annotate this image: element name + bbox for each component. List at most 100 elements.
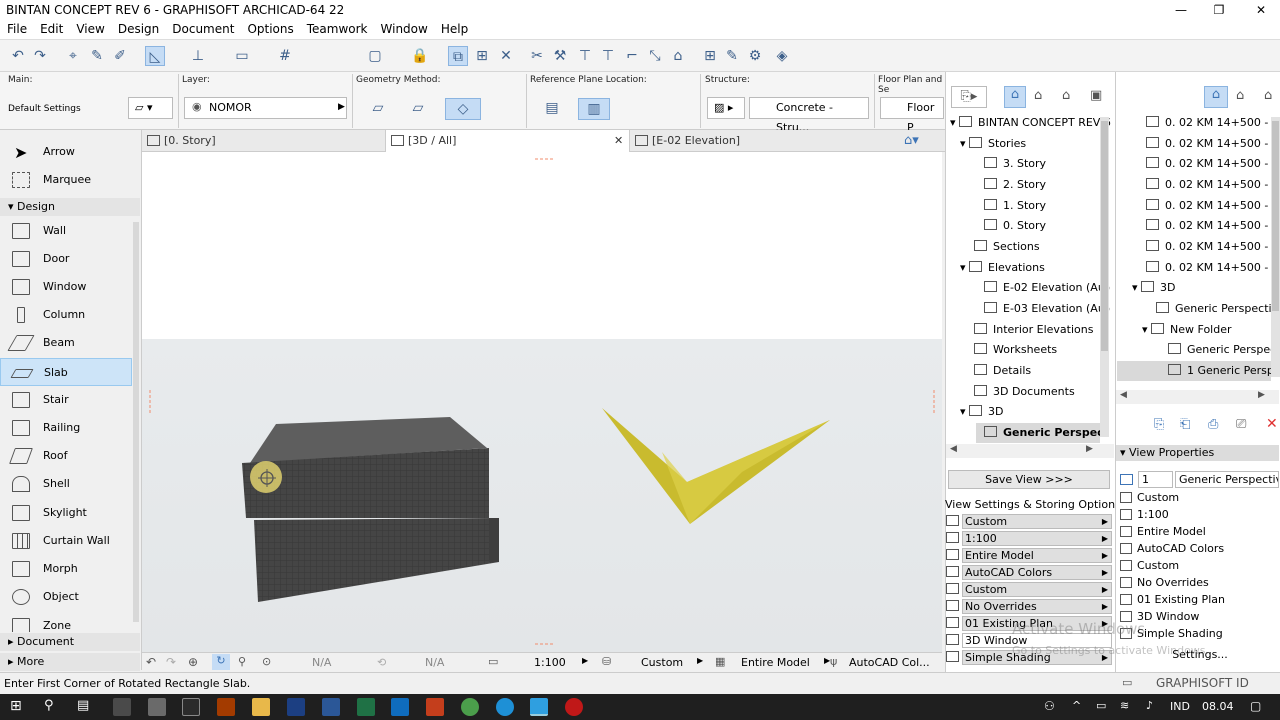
tool-object[interactable]: Object	[0, 583, 132, 611]
home-icon[interactable]: ⌂	[668, 46, 688, 66]
tree-elevation-e03[interactable]: E-03 Elevation (Auto	[984, 299, 1110, 319]
recorder-icon[interactable]	[565, 698, 583, 716]
graphisoft-id[interactable]: GRAPHISOFT ID	[1156, 676, 1249, 690]
tool-marquee[interactable]: Marquee	[0, 166, 132, 194]
clock[interactable]: 08.04	[1202, 700, 1234, 713]
archicad-icon[interactable]	[530, 698, 548, 716]
tree-details[interactable]: Details	[974, 361, 1031, 381]
setting-scale[interactable]: 1:100 ▶	[962, 531, 1112, 546]
tree-generic-perspective[interactable]: Generic Perspective	[976, 423, 1100, 443]
undo-icon[interactable]: ↶	[8, 46, 28, 66]
floorplan-dropdown[interactable]: Floor P	[880, 97, 944, 134]
view-id-input[interactable]: 1	[1138, 471, 1173, 488]
tab-floor-plan[interactable]: [0. Story]	[142, 130, 386, 152]
redo-icon[interactable]: ↷	[30, 46, 50, 66]
tab-3d[interactable]: [3D / All] ✕	[386, 130, 630, 152]
tree-story-2[interactable]: 2. Story	[984, 175, 1046, 195]
tree-3d[interactable]: ▾ 3D	[960, 402, 1004, 422]
app-icon-2[interactable]	[182, 698, 200, 716]
view-map-scrollbar[interactable]	[1271, 117, 1280, 377]
language-indicator[interactable]: IND	[1170, 700, 1190, 713]
new-view-icon[interactable]: ⎘	[1154, 417, 1164, 432]
setting-model-view[interactable]: Entire Model ▶	[962, 548, 1112, 563]
view-item-4[interactable]: 0. 02 KM 14+500 - KM	[1146, 175, 1280, 195]
guide-line-icon[interactable]: ◺	[145, 46, 165, 66]
geometry-rotated-icon[interactable]: ◇	[445, 98, 481, 120]
snap-guide-icon[interactable]: ⊥	[188, 46, 208, 66]
view-properties-header[interactable]: ▾ View Properties	[1116, 445, 1279, 461]
tool-skylight[interactable]: Skylight	[0, 499, 132, 527]
chevron-up-icon[interactable]: ^	[1072, 699, 1081, 712]
tree-elevation-e02[interactable]: E-02 Elevation (Auto	[984, 278, 1110, 298]
tool-wall[interactable]: Wall	[0, 217, 132, 245]
save-view-button[interactable]: Save View >>>	[948, 470, 1110, 489]
view-item-3[interactable]: 0. 02 KM 14+500 - KM	[1146, 154, 1280, 174]
menu-teamwork[interactable]: Teamwork	[300, 20, 374, 36]
trace-icon[interactable]: ⧉	[448, 46, 468, 66]
zoom-redo-icon[interactable]: ↷	[166, 655, 176, 669]
split-icon[interactable]: ✂	[527, 46, 547, 66]
model-view-value[interactable]: Entire Model	[741, 656, 810, 669]
pen-icon[interactable]: ✎	[722, 46, 742, 66]
tool-shell[interactable]: Shell	[0, 470, 132, 498]
people-icon[interactable]: ⚇	[1044, 699, 1055, 713]
chrome-icon[interactable]	[461, 698, 479, 716]
tool-slab[interactable]: Slab	[0, 358, 132, 386]
tool-column[interactable]: Column	[0, 301, 132, 329]
tree-3d-documents[interactable]: 3D Documents	[974, 382, 1075, 402]
setting-dimension[interactable]: Custom ▶	[962, 582, 1112, 597]
tree-project[interactable]: ▾ BINTAN CONCEPT REV 6	[950, 113, 1111, 133]
menu-document[interactable]: Document	[165, 20, 240, 36]
wifi-icon[interactable]: ≋	[1120, 699, 1129, 712]
delete-icon[interactable]: ✕	[1266, 416, 1278, 432]
menu-edit[interactable]: Edit	[33, 20, 69, 36]
zoom-in-icon[interactable]: ⊕	[188, 655, 198, 669]
tree-stories[interactable]: ▾ Stories	[960, 134, 1026, 154]
tab-list-icon[interactable]: ⌂▾	[904, 133, 919, 148]
toolbox-scrollbar[interactable]	[133, 222, 139, 622]
structure-dropdown[interactable]: Concrete - Stru...	[749, 97, 869, 134]
geometry-polygon-icon[interactable]: ▱	[406, 98, 430, 118]
minimize-button[interactable]: —	[1162, 0, 1200, 20]
menu-options[interactable]: Options	[240, 20, 299, 36]
tool-curtain-wall[interactable]: Curtain Wall	[0, 527, 132, 555]
zoom-undo-icon[interactable]: ↶	[146, 655, 156, 669]
align-icon-2[interactable]: ⊤	[598, 46, 618, 66]
view-name-input[interactable]: Generic Perspective	[1175, 471, 1279, 488]
photoshop-icon[interactable]	[287, 698, 305, 716]
group-more[interactable]: ▸ More	[0, 653, 140, 671]
tree-interior-elevations[interactable]: Interior Elevations	[974, 320, 1093, 340]
grid-icon[interactable]: ⊞	[700, 46, 720, 66]
view-settings-icon[interactable]: ⎚	[1236, 417, 1246, 432]
tree-sections[interactable]: Sections	[974, 237, 1040, 257]
tree-story-1[interactable]: 1. Story	[984, 196, 1046, 216]
close-button[interactable]: ✕	[1242, 0, 1280, 20]
resize-icon[interactable]: ⤡	[645, 46, 665, 66]
refplane-bottom-icon[interactable]: ▥	[578, 98, 610, 120]
walk-icon[interactable]: ⚲	[238, 655, 246, 668]
layout-book-icon[interactable]: ⌂	[1062, 88, 1070, 103]
view-item-6[interactable]: 0. 02 KM 14+500 - KM	[1146, 216, 1280, 236]
view-map-icon[interactable]: ⌂	[1034, 88, 1042, 103]
view-folder-3d[interactable]: ▾ 3D	[1132, 278, 1176, 298]
scale-value[interactable]: 1:100	[534, 656, 566, 669]
tree-story-3[interactable]: 3. Story	[984, 154, 1046, 174]
geometry-basic-icon[interactable]: ▱	[366, 98, 390, 118]
view-map-tab-icon[interactable]: ⌂	[1204, 86, 1228, 108]
illustrator-icon[interactable]	[217, 698, 235, 716]
cancel-icon[interactable]: ✕	[496, 46, 516, 66]
navigator-menu-button[interactable]: ⎘▸	[951, 86, 987, 108]
structure-type-button[interactable]: ▨ ▸	[707, 97, 745, 119]
excel-icon[interactable]	[357, 698, 375, 716]
setting-pen-set[interactable]: AutoCAD Colors ▶	[962, 565, 1112, 580]
view-item-7[interactable]: 0. 02 KM 14+500 - KM	[1146, 237, 1280, 257]
menu-window[interactable]: Window	[374, 20, 434, 36]
store-icon[interactable]	[113, 698, 131, 716]
task-view-icon[interactable]: ▤	[77, 698, 89, 713]
setting-layer-combo[interactable]: Custom ▶	[962, 514, 1112, 529]
navigator-h-scrollbar[interactable]: ◀ ▶	[946, 444, 1114, 458]
refplane-top-icon[interactable]: ▤	[540, 98, 564, 118]
search-icon[interactable]: ⚲	[44, 698, 54, 713]
file-explorer-icon[interactable]	[252, 698, 270, 716]
tool-zone[interactable]: Zone	[0, 612, 132, 632]
